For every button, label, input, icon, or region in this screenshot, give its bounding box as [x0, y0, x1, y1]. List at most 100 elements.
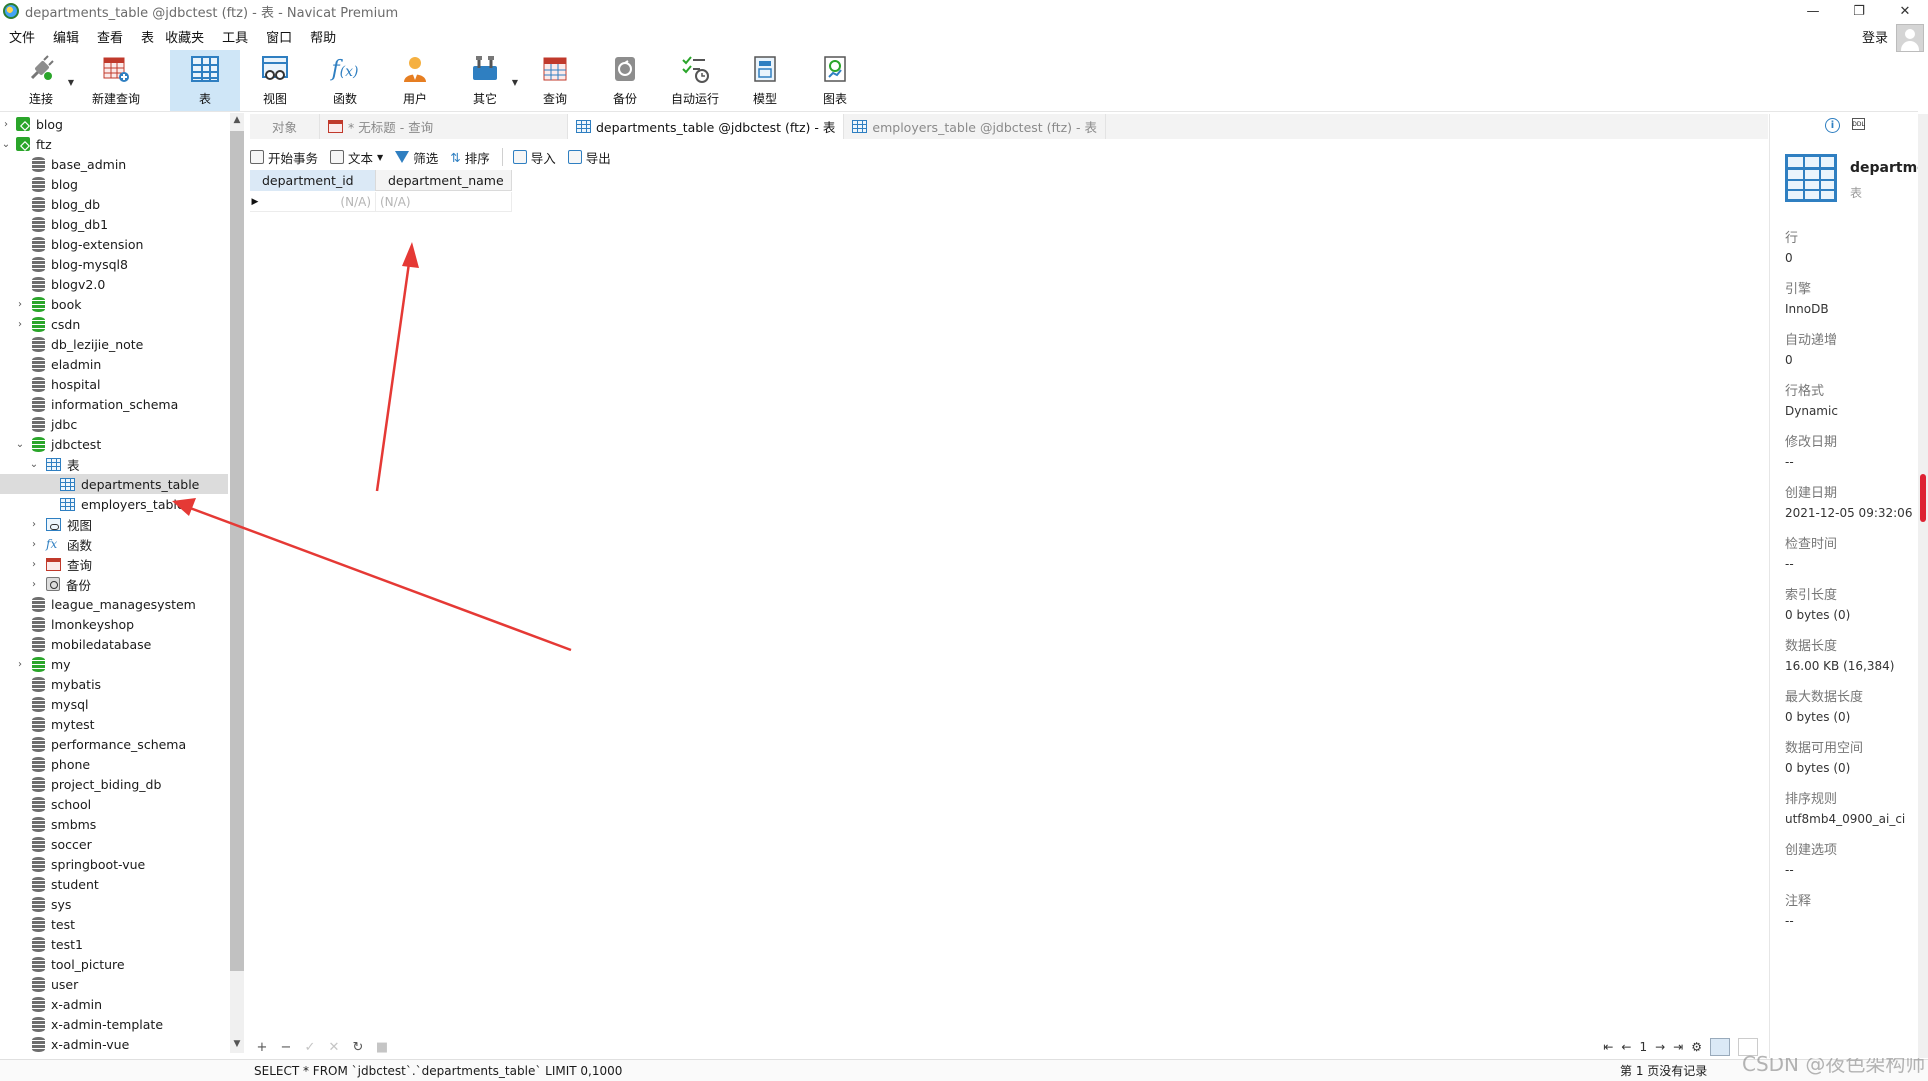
tree-db-item[interactable]: test1: [0, 934, 228, 954]
others-dropdown-icon[interactable]: ▼: [512, 78, 518, 87]
chevron-down-icon[interactable]: ⌄: [14, 439, 26, 450]
tree-table-departments[interactable]: departments_table: [0, 474, 228, 494]
tree-db-item[interactable]: information_schema: [0, 394, 228, 414]
tree-db-item[interactable]: test: [0, 914, 228, 934]
sort-button[interactable]: ⇅ 排序: [450, 148, 490, 167]
tree-connection-ftz[interactable]: ⌄ ftz: [0, 134, 228, 154]
page-number[interactable]: 1: [1639, 1040, 1647, 1054]
scroll-down-icon[interactable]: ▼: [230, 1039, 244, 1053]
others-button[interactable]: ▼ 其它: [450, 50, 520, 111]
tab-objects[interactable]: 对象: [250, 114, 320, 139]
delete-record-button[interactable]: −: [274, 1040, 298, 1055]
minimize-button[interactable]: —: [1790, 0, 1836, 22]
import-button[interactable]: 导入: [512, 148, 556, 167]
menu-help[interactable]: 帮助: [301, 27, 345, 46]
table-button[interactable]: 表: [170, 50, 240, 111]
column-header-department-name[interactable]: department_name: [376, 170, 512, 191]
tree-db-item[interactable]: › my: [0, 654, 228, 674]
tree-db-item[interactable]: user: [0, 974, 228, 994]
chevron-right-icon[interactable]: ›: [14, 299, 26, 310]
tree-db-item[interactable]: blog-extension: [0, 234, 228, 254]
avatar-icon[interactable]: [1896, 24, 1924, 52]
login-link[interactable]: 登录: [1862, 27, 1888, 46]
tree-db-item[interactable]: › csdn: [0, 314, 228, 334]
tree-db-item[interactable]: phone: [0, 754, 228, 774]
tree-db-item[interactable]: x-admin-template: [0, 1014, 228, 1034]
menu-file[interactable]: 文件: [0, 27, 44, 46]
stop-button[interactable]: ■: [370, 1040, 394, 1055]
tree-db-item[interactable]: blog_db1: [0, 214, 228, 234]
new-query-button[interactable]: 新建查询: [76, 50, 156, 111]
tree-db-item[interactable]: hospital: [0, 374, 228, 394]
tree-db-item[interactable]: school: [0, 794, 228, 814]
tree-db-item[interactable]: student: [0, 874, 228, 894]
scrollbar-thumb[interactable]: [1920, 474, 1926, 522]
filter-button[interactable]: 筛选: [395, 148, 438, 167]
menu-table[interactable]: 表: [132, 27, 156, 46]
info-icon[interactable]: i: [1825, 118, 1840, 133]
chevron-down-icon[interactable]: ⌄: [28, 459, 40, 470]
chevron-right-icon[interactable]: ›: [28, 559, 40, 570]
chevron-right-icon[interactable]: ›: [14, 659, 26, 670]
menu-view[interactable]: 查看: [88, 27, 132, 46]
menu-tools[interactable]: 工具: [213, 27, 257, 46]
last-page-button[interactable]: ⇥: [1673, 1040, 1683, 1054]
query-button[interactable]: 查询: [520, 50, 590, 111]
gear-icon[interactable]: ⚙: [1691, 1040, 1702, 1054]
function-button[interactable]: f(x) 函数: [310, 50, 380, 111]
first-page-button[interactable]: ⇤: [1603, 1040, 1613, 1054]
scrollbar-thumb[interactable]: [230, 131, 244, 971]
tree-db-item[interactable]: blogv2.0: [0, 274, 228, 294]
next-page-button[interactable]: →: [1655, 1040, 1665, 1054]
tree-db-item[interactable]: sys: [0, 894, 228, 914]
tree-folder-tables[interactable]: ⌄ 表: [0, 454, 228, 474]
chevron-right-icon[interactable]: ›: [14, 319, 26, 330]
tree-db-item[interactable]: springboot-vue: [0, 854, 228, 874]
ddl-icon[interactable]: DDL: [1852, 118, 1865, 130]
export-button[interactable]: 导出: [567, 148, 611, 167]
tree-db-item[interactable]: tool_picture: [0, 954, 228, 974]
tree-db-item[interactable]: blog_db: [0, 194, 228, 214]
tree-db-jdbctest[interactable]: ⌄ jdbctest: [0, 434, 228, 454]
table-row[interactable]: ▶ (N/A) (N/A): [250, 192, 512, 212]
model-button[interactable]: 模型: [730, 50, 800, 111]
tree-folder-backups[interactable]: › 备份: [0, 574, 228, 594]
tree-db-item[interactable]: base_admin: [0, 154, 228, 174]
chevron-right-icon[interactable]: ›: [28, 539, 40, 550]
tree-scrollbar[interactable]: ▲ ▼: [230, 113, 244, 1053]
connect-button[interactable]: ▼ 连接: [6, 50, 76, 111]
chevron-down-icon[interactable]: ⌄: [0, 139, 12, 150]
info-panel-scrollbar[interactable]: [1918, 114, 1928, 1058]
apply-changes-button[interactable]: ✓: [298, 1040, 322, 1055]
menu-edit[interactable]: 编辑: [44, 27, 88, 46]
tree-db-item[interactable]: › book: [0, 294, 228, 314]
tab-untitled-query[interactable]: * 无标题 - 查询: [320, 114, 568, 139]
tree-db-item[interactable]: blog: [0, 174, 228, 194]
tree-db-item[interactable]: mysql: [0, 694, 228, 714]
tree-table-employers[interactable]: employers_table: [0, 494, 228, 514]
tree-connection-blog[interactable]: › blog: [0, 114, 228, 134]
menu-favorites[interactable]: 收藏夹: [156, 27, 213, 46]
tree-db-item[interactable]: x-admin-vue: [0, 1034, 228, 1053]
tree-db-item[interactable]: smbms: [0, 814, 228, 834]
chevron-right-icon[interactable]: ›: [28, 579, 40, 590]
tree-db-item[interactable]: db_lezijie_note: [0, 334, 228, 354]
chevron-right-icon[interactable]: ›: [28, 519, 40, 530]
tree-db-item[interactable]: blog-mysql8: [0, 254, 228, 274]
view-button[interactable]: 视图: [240, 50, 310, 111]
close-button[interactable]: ✕: [1882, 0, 1928, 22]
chart-button[interactable]: 图表: [800, 50, 870, 111]
tree-folder-views[interactable]: › 视图: [0, 514, 228, 534]
discard-changes-button[interactable]: ✕: [322, 1040, 346, 1055]
restore-button[interactable]: ❐: [1836, 0, 1882, 22]
tree-db-item[interactable]: mobiledatabase: [0, 634, 228, 654]
user-button[interactable]: 用户: [380, 50, 450, 111]
tab-departments-table[interactable]: departments_table @jdbctest (ftz) - 表: [568, 114, 845, 139]
connect-dropdown-icon[interactable]: ▼: [68, 78, 74, 87]
tree-db-item[interactable]: performance_schema: [0, 734, 228, 754]
scroll-up-icon[interactable]: ▲: [230, 115, 244, 129]
tab-employers-table[interactable]: employers_table @jdbctest (ftz) - 表: [844, 114, 1106, 139]
previous-page-button[interactable]: ←: [1621, 1040, 1631, 1054]
tree-db-item[interactable]: lmonkeyshop: [0, 614, 228, 634]
column-header-department-id[interactable]: department_id: [250, 170, 376, 191]
